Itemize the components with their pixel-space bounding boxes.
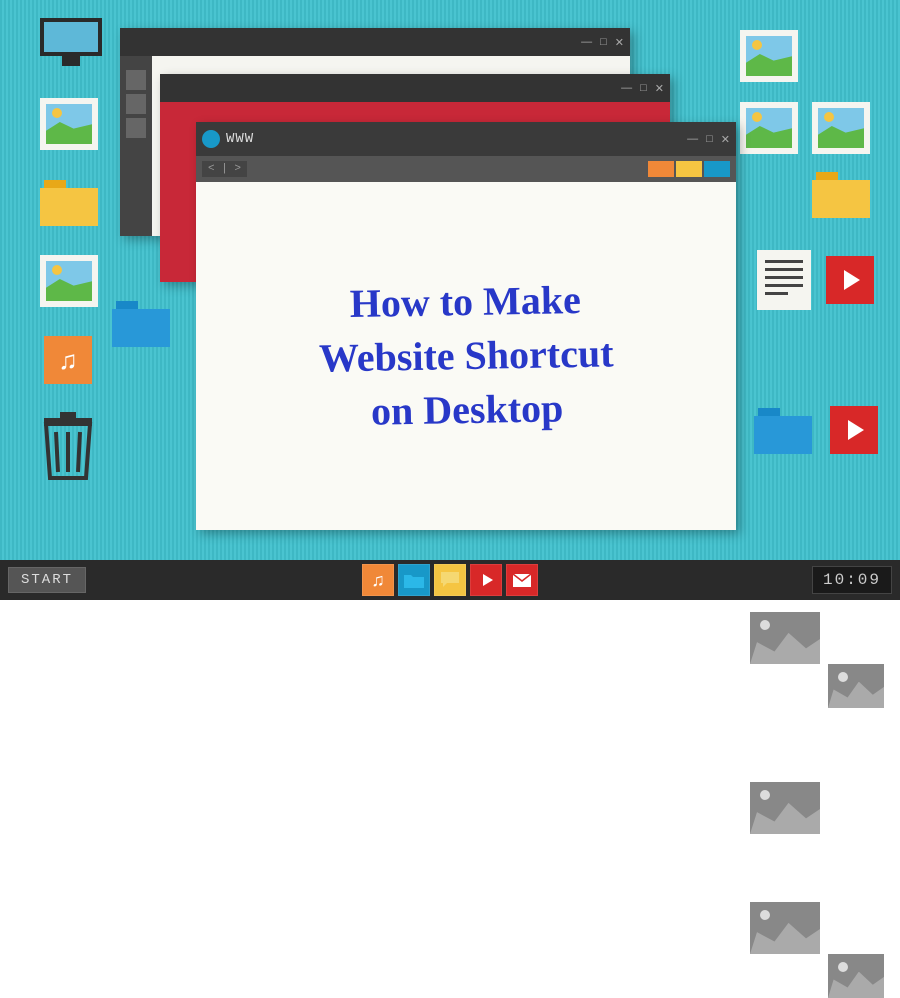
browser-content: How to MakeWebsite Shortcuton Desktop xyxy=(196,182,736,530)
folder-icon[interactable] xyxy=(754,408,812,454)
close-icon[interactable]: ✕ xyxy=(655,82,664,95)
photo-icon[interactable] xyxy=(812,102,870,154)
maximize-icon[interactable]: □ xyxy=(600,36,607,49)
photo-icon[interactable] xyxy=(40,255,98,307)
photo-icon[interactable] xyxy=(740,30,798,82)
minimize-icon[interactable]: — xyxy=(621,82,632,95)
close-icon[interactable]: ✕ xyxy=(615,36,624,49)
tab-chip[interactable] xyxy=(704,161,730,177)
tray-music-icon[interactable]: ♫ xyxy=(362,564,394,596)
titlebar[interactable]: WWW — □ ✕ xyxy=(196,122,736,156)
titlebar[interactable]: — □ ✕ xyxy=(120,28,630,56)
maximize-icon[interactable]: □ xyxy=(706,133,713,146)
nav-arrows[interactable]: < | > xyxy=(202,161,247,177)
video-icon[interactable] xyxy=(830,406,878,454)
photo-icon[interactable] xyxy=(740,102,798,154)
folder-icon[interactable] xyxy=(812,172,870,218)
photo-icon[interactable] xyxy=(40,98,98,150)
taskbar-clock[interactable]: 10:09 xyxy=(812,566,892,594)
folder-icon[interactable] xyxy=(112,301,170,347)
tab-chip[interactable] xyxy=(676,161,702,177)
tray-play-icon[interactable] xyxy=(470,564,502,596)
desktop: ♫ xyxy=(0,0,900,560)
minimize-icon[interactable]: — xyxy=(687,133,698,146)
close-icon[interactable]: ✕ xyxy=(721,133,730,146)
image-icon[interactable] xyxy=(750,902,820,954)
video-icon[interactable] xyxy=(826,256,874,304)
folder-icon[interactable] xyxy=(40,180,98,226)
browser-toolbar: < | > xyxy=(196,156,736,182)
url-label: WWW xyxy=(226,131,254,147)
tray-mail-icon[interactable] xyxy=(506,564,538,596)
document-icon[interactable] xyxy=(757,250,811,310)
browser-window[interactable]: WWW — □ ✕ < | > How to MakeWebsite Short… xyxy=(196,122,736,530)
image-icon[interactable] xyxy=(750,782,820,834)
window-sidebar xyxy=(120,56,152,236)
taskbar-tray: ♫ xyxy=(362,564,538,596)
taskbar: START ♫ 10:09 xyxy=(0,560,900,600)
image-icon[interactable] xyxy=(828,954,884,998)
trash-icon[interactable] xyxy=(38,412,98,482)
monitor-icon[interactable] xyxy=(40,18,102,68)
image-icon[interactable] xyxy=(828,664,884,708)
maximize-icon[interactable]: □ xyxy=(640,82,647,95)
tab-chip[interactable] xyxy=(648,161,674,177)
start-button[interactable]: START xyxy=(8,567,86,593)
tray-chat-icon[interactable] xyxy=(434,564,466,596)
minimize-icon[interactable]: — xyxy=(581,36,592,49)
site-icon xyxy=(202,130,220,148)
image-icon[interactable] xyxy=(750,612,820,664)
music-icon[interactable]: ♫ xyxy=(44,336,92,384)
page-title: How to MakeWebsite Shortcuton Desktop xyxy=(317,272,614,439)
tray-folder-icon[interactable] xyxy=(398,564,430,596)
titlebar[interactable]: — □ ✕ xyxy=(160,74,670,102)
